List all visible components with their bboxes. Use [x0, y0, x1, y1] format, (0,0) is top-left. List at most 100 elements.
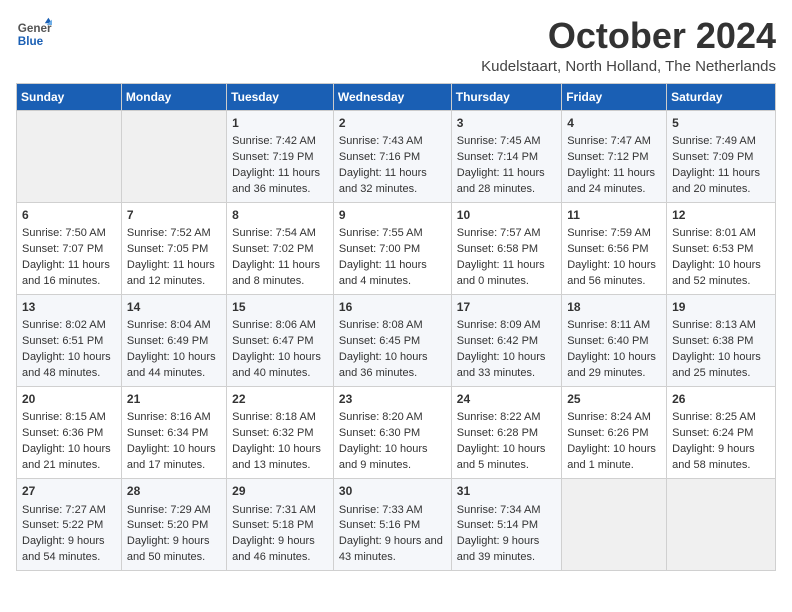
day-info: Sunset: 5:20 PM [127, 518, 221, 534]
day-info: Daylight: 10 hours and 33 minutes. [457, 350, 556, 382]
day-info: Daylight: 9 hours and 43 minutes. [339, 534, 446, 566]
day-info: Daylight: 10 hours and 17 minutes. [127, 442, 221, 474]
calendar-cell: 20Sunrise: 8:15 AMSunset: 6:36 PMDayligh… [17, 387, 122, 479]
day-info: Daylight: 10 hours and 40 minutes. [232, 350, 328, 382]
day-info: Daylight: 10 hours and 9 minutes. [339, 442, 446, 474]
week-row-4: 20 Sunrise: 8:15 AMSunset: 6:36 PM Dayligh… [17, 387, 776, 479]
calendar-cell: 31Sunrise: 7:34 AMSunset: 5:14 PMDayligh… [451, 479, 561, 571]
day-info: Sunrise: 7:59 AM [567, 226, 661, 242]
day-info: Sunrise: 7:43 AM [339, 134, 446, 150]
day-info: Sunrise: 8:01 AM [672, 226, 770, 242]
day-info: Sunrise: 7:55 AM [339, 226, 446, 242]
svg-text:Blue: Blue [18, 35, 44, 48]
day-info: Sunrise: 8:11 AM [567, 318, 661, 334]
day-info: Sunrise: 8:15 AM [22, 410, 116, 426]
day-info: Sunrise: 8:13 AM [672, 318, 770, 334]
day-info: Daylight: 11 hours and 16 minutes. [22, 258, 116, 290]
day-number: 16 [339, 299, 446, 316]
day-info: Sunset: 7:12 PM [567, 150, 661, 166]
day-info: Sunset: 6:51 PM [22, 334, 116, 350]
header-day-monday: Monday [121, 83, 226, 110]
day-info: Sunset: 7:07 PM [22, 242, 116, 258]
calendar-cell: 19Sunrise: 8:13 AMSunset: 6:38 PMDayligh… [667, 294, 776, 386]
day-info: Sunset: 5:14 PM [457, 518, 556, 534]
day-number: 10 [457, 207, 556, 224]
calendar-cell [121, 110, 226, 202]
calendar-cell: 10Sunrise: 7:57 AMSunset: 6:58 PMDayligh… [451, 202, 561, 294]
day-info: Sunset: 6:45 PM [339, 334, 446, 350]
day-info: Daylight: 11 hours and 32 minutes. [339, 166, 446, 198]
day-info: Daylight: 10 hours and 56 minutes. [567, 258, 661, 290]
day-info: Daylight: 11 hours and 36 minutes. [232, 166, 328, 198]
day-info: Daylight: 11 hours and 24 minutes. [567, 166, 661, 198]
day-info: Sunset: 6:24 PM [672, 426, 770, 442]
title-area: October 2024 Kudelstaart, North Holland,… [481, 16, 776, 75]
day-info: Sunset: 6:56 PM [567, 242, 661, 258]
day-number: 12 [672, 207, 770, 224]
day-number: 4 [567, 115, 661, 132]
day-info: Sunrise: 8:09 AM [457, 318, 556, 334]
day-info: Sunset: 6:53 PM [672, 242, 770, 258]
calendar-table: SundayMondayTuesdayWednesdayThursdayFrid… [16, 83, 776, 572]
day-info: Daylight: 11 hours and 28 minutes. [457, 166, 556, 198]
day-info: Sunset: 6:42 PM [457, 334, 556, 350]
calendar-cell: 25Sunrise: 8:24 AMSunset: 6:26 PMDayligh… [562, 387, 667, 479]
day-number: 17 [457, 299, 556, 316]
day-number: 3 [457, 115, 556, 132]
day-number: 15 [232, 299, 328, 316]
day-number: 21 [127, 391, 221, 408]
day-info: Daylight: 9 hours and 46 minutes. [232, 534, 328, 566]
day-number: 1 [232, 115, 328, 132]
day-number: 13 [22, 299, 116, 316]
day-info: Daylight: 11 hours and 0 minutes. [457, 258, 556, 290]
header-row: SundayMondayTuesdayWednesdayThursdayFrid… [17, 83, 776, 110]
day-number: 20 [22, 391, 116, 408]
day-number: 29 [232, 483, 328, 500]
calendar-cell: 21Sunrise: 8:16 AMSunset: 6:34 PMDayligh… [121, 387, 226, 479]
header-day-thursday: Thursday [451, 83, 561, 110]
week-row-5: 27Sunrise: 7:27 AMSunset: 5:22 PMDayligh… [17, 479, 776, 571]
header-day-tuesday: Tuesday [227, 83, 334, 110]
calendar-cell: 2Sunrise: 7:43 AMSunset: 7:16 PMDaylight… [333, 110, 451, 202]
day-number: 28 [127, 483, 221, 500]
day-info: Sunset: 5:16 PM [339, 518, 446, 534]
day-info: Sunrise: 7:42 AM [232, 134, 328, 150]
day-number: 11 [567, 207, 661, 224]
calendar-cell: 11 Sunrise: 7:59 AMSunset: 6:56 PMDayligh… [562, 202, 667, 294]
day-info: Sunrise: 7:29 AM [127, 503, 221, 519]
calendar-cell [17, 110, 122, 202]
calendar-cell: 14Sunrise: 8:04 AMSunset: 6:49 PMDayligh… [121, 294, 226, 386]
day-number: 26 [672, 391, 770, 408]
day-number: 14 [127, 299, 221, 316]
day-number: 24 [457, 391, 556, 408]
day-info: Daylight: 10 hours and 1 minute. [567, 442, 661, 474]
day-info: Sunrise: 7:33 AM [339, 503, 446, 519]
calendar-cell: 28Sunrise: 7:29 AMSunset: 5:20 PMDayligh… [121, 479, 226, 571]
day-info: Sunset: 6:34 PM [127, 426, 221, 442]
calendar-body: 1Sunrise: 7:42 AMSunset: 7:19 PMDaylight… [17, 110, 776, 571]
calendar-cell: 26Sunrise: 8:25 AMSunset: 6:24 PMDayligh… [667, 387, 776, 479]
calendar-cell: 3Sunrise: 7:45 AMSunset: 7:14 PMDaylight… [451, 110, 561, 202]
day-number: 27 [22, 483, 116, 500]
day-info: Sunset: 6:49 PM [127, 334, 221, 350]
month-title: October 2024 [481, 16, 776, 56]
calendar-cell: 24Sunrise: 8:22 AMSunset: 6:28 PMDayligh… [451, 387, 561, 479]
day-info: Sunset: 6:38 PM [672, 334, 770, 350]
calendar-cell: 9Sunrise: 7:55 AMSunset: 7:00 PMDaylight… [333, 202, 451, 294]
day-info: Sunrise: 8:20 AM [339, 410, 446, 426]
day-info: Sunrise: 8:02 AM [22, 318, 116, 334]
header: General Blue October 2024 Kudelstaart, N… [16, 16, 776, 75]
day-info: Sunset: 6:40 PM [567, 334, 661, 350]
day-info: Sunset: 6:28 PM [457, 426, 556, 442]
day-info: Daylight: 11 hours and 12 minutes. [127, 258, 221, 290]
day-info: Daylight: 10 hours and 44 minutes. [127, 350, 221, 382]
day-number: 23 [339, 391, 446, 408]
day-info: Sunrise: 7:50 AM [22, 226, 116, 242]
day-number: 2 [339, 115, 446, 132]
calendar-cell: 30Sunrise: 7:33 AMSunset: 5:16 PMDayligh… [333, 479, 451, 571]
day-number: 6 [22, 207, 116, 224]
day-info: Daylight: 9 hours and 54 minutes. [22, 534, 116, 566]
day-info: Sunrise: 8:22 AM [457, 410, 556, 426]
day-info: Sunset: 6:36 PM [22, 426, 116, 442]
day-info: Sunset: 7:09 PM [672, 150, 770, 166]
